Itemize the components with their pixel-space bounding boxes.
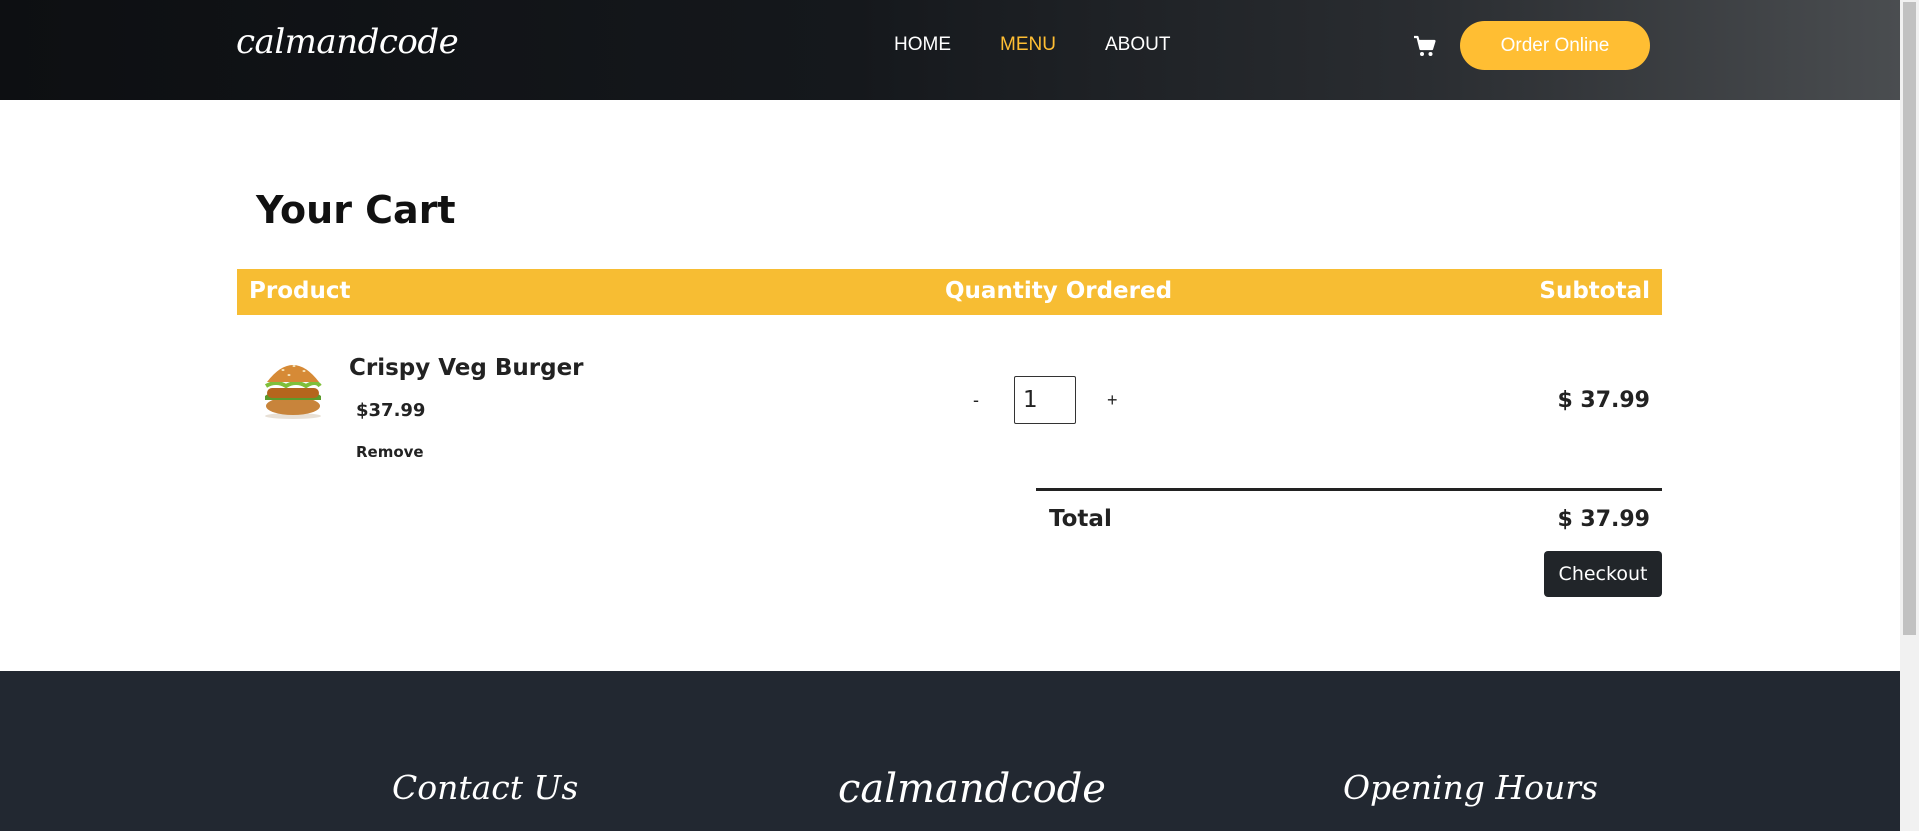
- cart-table-header: Product Quantity Ordered Subtotal: [237, 269, 1662, 315]
- page-scrollbar[interactable]: [1900, 0, 1919, 831]
- total-value: $ 37.99: [1557, 507, 1650, 532]
- footer-logo[interactable]: calmandcode: [838, 766, 1106, 812]
- nav-menu[interactable]: MENU: [1000, 34, 1056, 56]
- shopping-cart-icon[interactable]: [1413, 34, 1437, 58]
- total-divider: [1036, 488, 1662, 491]
- remove-item-link[interactable]: Remove: [356, 443, 424, 461]
- site-footer: Contact Us calmandcode Opening Hours: [0, 671, 1900, 831]
- page-title: Your Cart: [256, 188, 456, 232]
- site-header: calmandcode HOME MENU ABOUT Order Online: [0, 0, 1900, 100]
- page: calmandcode HOME MENU ABOUT Order Online…: [0, 0, 1919, 831]
- site-logo[interactable]: calmandcode: [236, 22, 459, 62]
- nav-home[interactable]: HOME: [894, 34, 951, 56]
- scrollbar-thumb[interactable]: [1903, 2, 1916, 635]
- total-label: Total: [1049, 506, 1112, 532]
- column-header-quantity: Quantity Ordered: [945, 278, 1173, 304]
- burger-image: [264, 365, 322, 419]
- footer-hours-heading: Opening Hours: [1343, 768, 1598, 807]
- checkout-button[interactable]: Checkout: [1544, 551, 1662, 597]
- increment-quantity-button[interactable]: +: [1107, 390, 1118, 411]
- column-header-product: Product: [249, 278, 351, 304]
- column-header-subtotal: Subtotal: [1539, 278, 1650, 304]
- quantity-input[interactable]: [1014, 376, 1076, 424]
- decrement-quantity-button[interactable]: -: [973, 390, 979, 411]
- footer-contact-heading: Contact Us: [392, 768, 579, 807]
- product-name: Crispy Veg Burger: [349, 355, 584, 381]
- order-online-button[interactable]: Order Online: [1460, 21, 1650, 70]
- nav-about[interactable]: ABOUT: [1105, 34, 1170, 56]
- row-subtotal: $ 37.99: [1557, 388, 1650, 413]
- product-price: $37.99: [356, 400, 426, 421]
